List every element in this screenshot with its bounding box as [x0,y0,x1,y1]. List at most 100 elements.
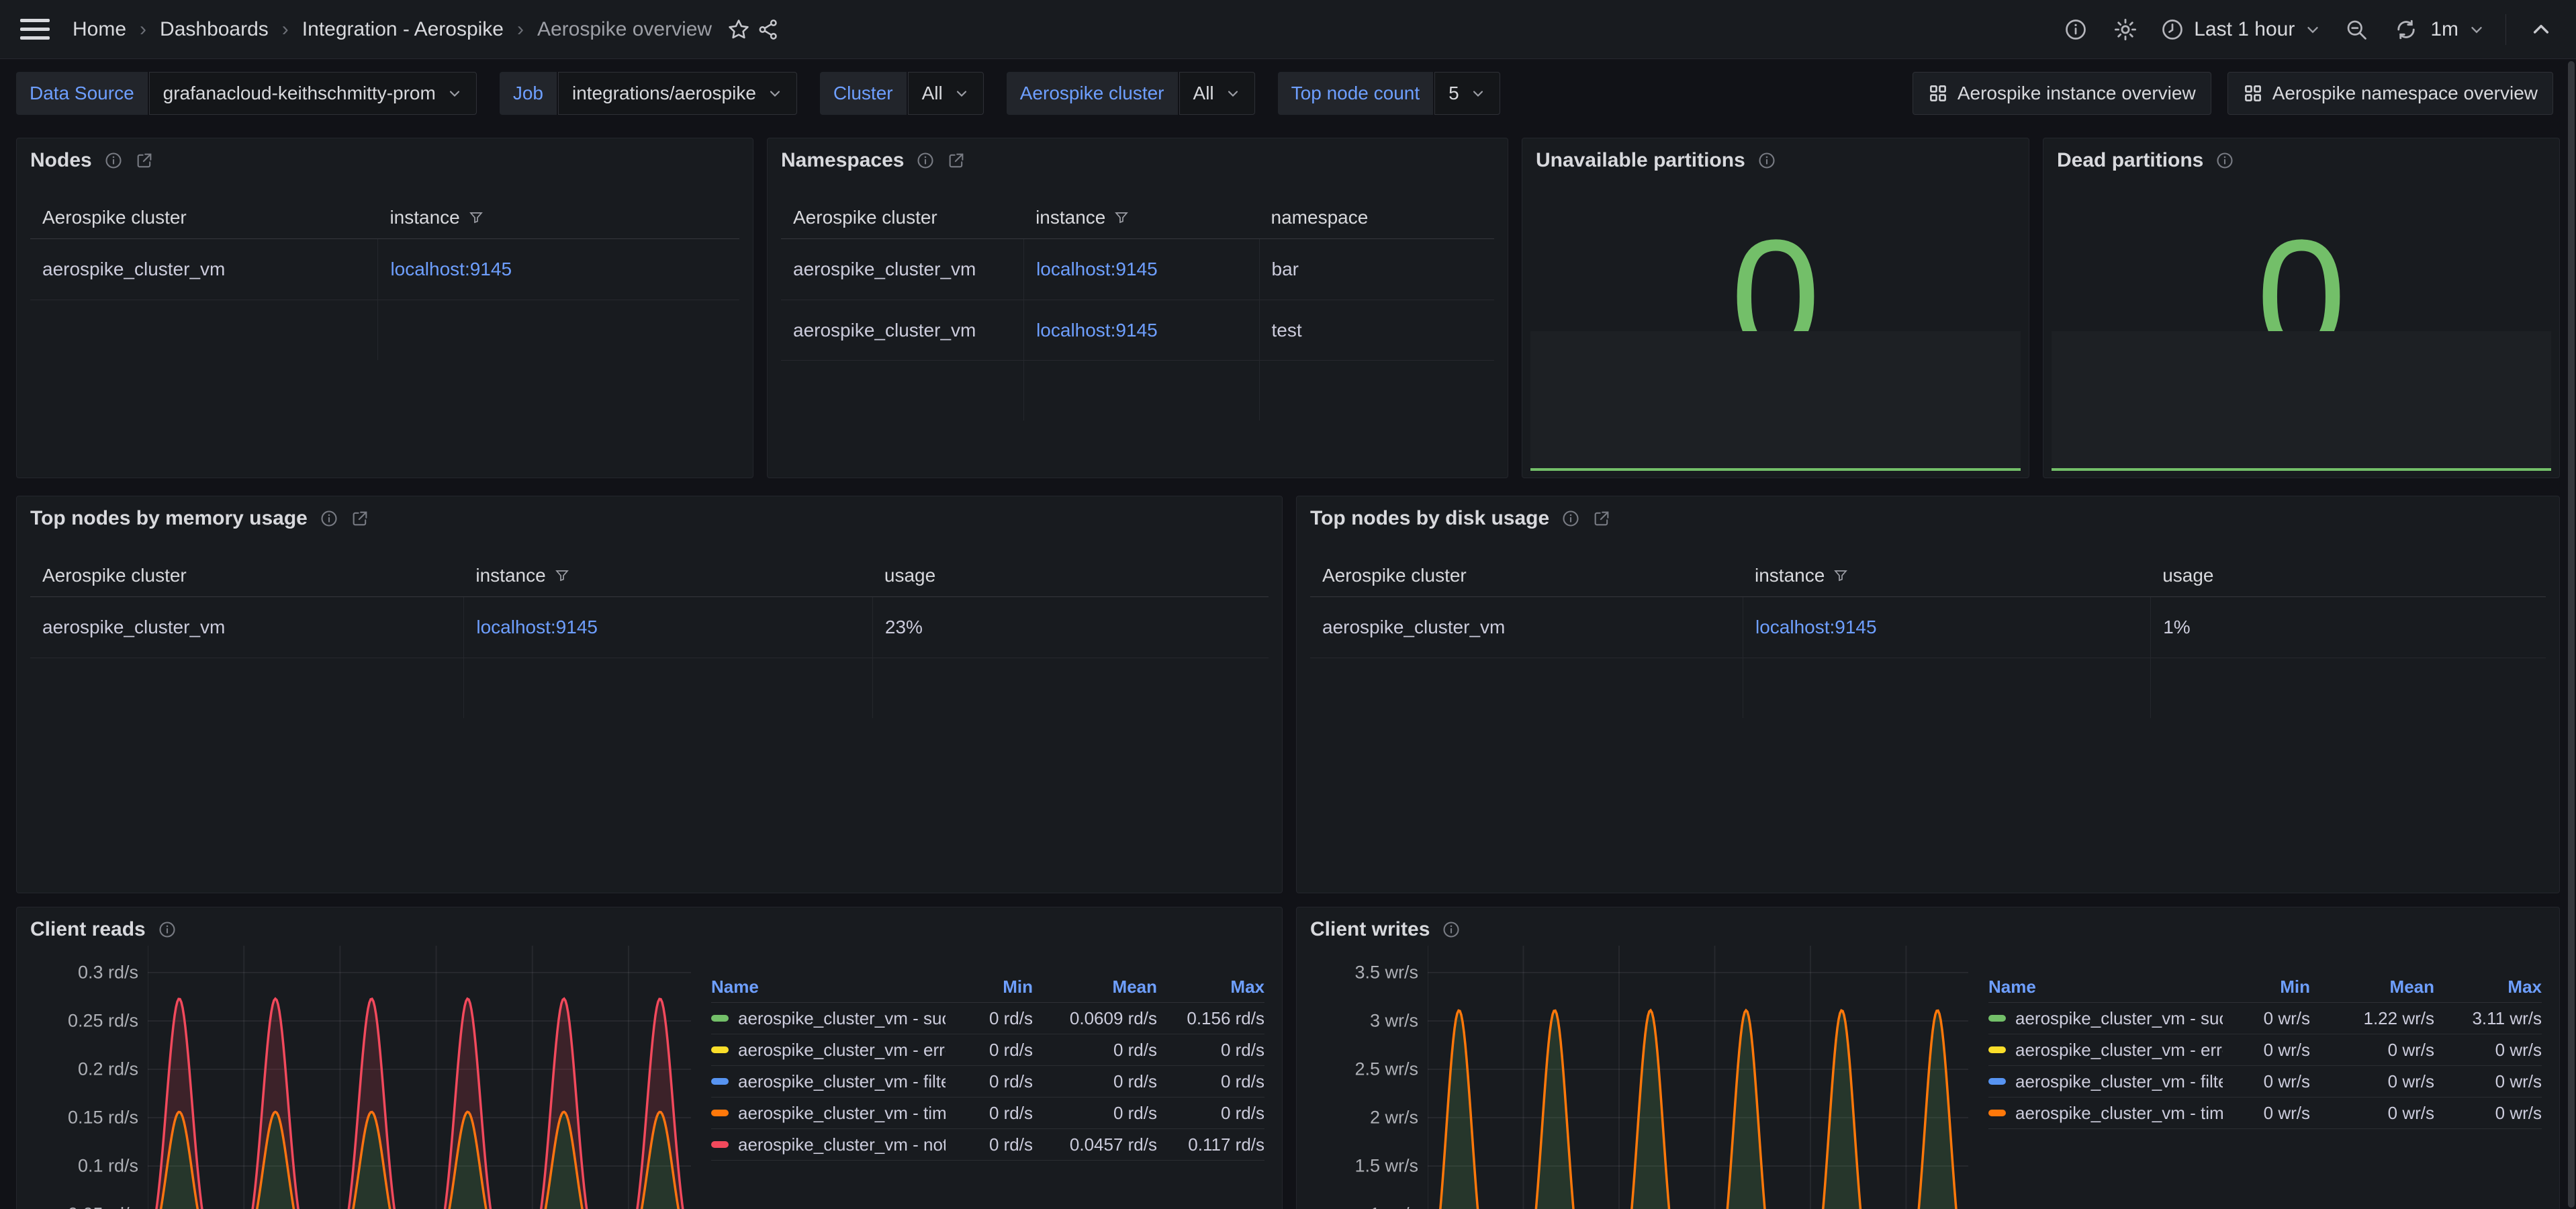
panel-title[interactable]: Client writes [1310,918,1430,941]
info-icon[interactable] [158,920,177,939]
external-link-icon[interactable] [351,509,369,528]
filter-funnel-icon[interactable] [468,210,484,226]
info-icon[interactable] [1757,151,1776,170]
legend-col-mean[interactable]: Mean [2310,977,2434,997]
legend-mean: 0 rd/s [1033,1071,1157,1092]
column-header[interactable]: Aerospike cluster [30,565,463,586]
info-icon[interactable] [916,151,935,170]
column-header[interactable]: namespace [1259,207,1494,228]
filter-funnel-icon[interactable] [554,568,570,584]
var-data-source-value[interactable]: grafanacloud-keithschmitty-prom [149,72,477,115]
legend-series-toggle[interactable]: aerospike_cluster_vm - error [711,1040,946,1061]
column-header[interactable]: Aerospike cluster [1310,565,1743,586]
legend-series-toggle[interactable]: aerospike_cluster_vm - success [1988,1008,2223,1029]
legend-max: 3.11 wr/s [2434,1008,2542,1029]
column-header[interactable]: instance [1023,207,1258,228]
aerospike-namespace-overview-button[interactable]: Aerospike namespace overview [2227,72,2553,115]
breadcrumb: Home › Dashboards › Integration - Aerosp… [73,18,712,41]
scrollbar-thumb[interactable] [2568,61,2575,1208]
column-header[interactable]: instance [463,565,872,586]
top-nav-bar: Home › Dashboards › Integration - Aerosp… [0,0,2576,59]
plot-area[interactable] [148,946,691,1209]
column-header[interactable]: usage [2150,565,2546,586]
panel-unavailable-partitions: Unavailable partitions 0 [1522,138,2029,478]
series-color-swatch [711,1078,729,1085]
panel-title[interactable]: Unavailable partitions [1536,149,1745,172]
panel-client-writes: Client writes 3.5 wr/s3 wr/s2.5 wr/s2 wr… [1296,907,2560,1209]
var-aerospike-cluster: Aerospike cluster All [1007,72,1255,115]
var-job-value[interactable]: integrations/aerospike [558,72,797,115]
menu-icon[interactable] [20,15,50,44]
info-icon[interactable] [320,509,338,528]
external-link-icon[interactable] [947,151,966,170]
legend-col-name[interactable]: Name [1988,977,2223,997]
y-axis: 0.3 rd/s0.25 rd/s0.2 rd/s0.15 rd/s0.1 rd… [30,946,148,1209]
time-range-picker[interactable]: Last 1 hour [2160,17,2321,42]
external-link-icon[interactable] [1592,509,1611,528]
table-cell[interactable]: localhost:9145 [1743,597,2150,658]
zoom-out-icon[interactable] [2342,15,2371,44]
legend-col-mean[interactable]: Mean [1033,977,1157,997]
panel-title[interactable]: Top nodes by disk usage [1310,507,1549,530]
star-icon[interactable] [724,15,753,44]
aerospike-instance-overview-button[interactable]: Aerospike instance overview [1913,72,2211,115]
legend-series-toggle[interactable]: aerospike_cluster_vm - not found [711,1134,946,1155]
info-icon[interactable] [1442,920,1461,939]
legend-col-min[interactable]: Min [2223,977,2310,997]
y-axis-tick-label: 3 wr/s [1370,1011,1418,1032]
kiosk-chevron-up-icon[interactable] [2526,15,2556,44]
legend-min: 0 rd/s [946,1134,1033,1155]
table-cell[interactable]: localhost:9145 [1023,239,1258,300]
table-cell[interactable]: localhost:9145 [1023,300,1258,360]
filter-funnel-icon[interactable] [1833,568,1849,584]
panel-title[interactable]: Nodes [30,149,92,172]
legend-col-name[interactable]: Name [711,977,946,997]
column-header[interactable]: Aerospike cluster [781,207,1023,228]
var-cluster-value[interactable]: All [908,72,984,115]
var-aerospike-cluster-value[interactable]: All [1179,72,1255,115]
legend-series-toggle[interactable]: aerospike_cluster_vm - error [1988,1040,2223,1061]
refresh-interval-label[interactable]: 1m [2430,18,2458,41]
column-header[interactable]: Aerospike cluster [30,207,377,228]
info-icon[interactable] [104,151,123,170]
settings-gear-icon[interactable] [2111,15,2140,44]
info-icon[interactable] [2215,151,2234,170]
breadcrumb-folder[interactable]: Integration - Aerospike [302,18,504,41]
series-color-swatch [1988,1110,2006,1116]
panel-title[interactable]: Client reads [30,918,146,941]
panel-title[interactable]: Namespaces [781,149,904,172]
breadcrumb-home[interactable]: Home [73,18,126,41]
info-icon[interactable] [1561,509,1580,528]
clock-icon [2160,17,2184,42]
table-spacer-row [1310,658,2546,718]
column-header[interactable]: usage [872,565,1269,586]
column-header[interactable]: instance [1743,565,2150,586]
legend-col-max[interactable]: Max [2434,977,2542,997]
page-scrollbar[interactable] [2567,60,2576,1209]
legend-series-toggle[interactable]: aerospike_cluster_vm - timeout [1988,1103,2223,1124]
legend-series-toggle[interactable]: aerospike_cluster_vm - filtered [1988,1071,2223,1092]
filter-funnel-icon[interactable] [1113,210,1130,226]
panel-title[interactable]: Top nodes by memory usage [30,507,308,530]
plot-area[interactable] [1428,946,1968,1209]
legend-row: aerospike_cluster_vm - timeout0 rd/s0 rd… [711,1098,1264,1129]
panel-title[interactable]: Dead partitions [2057,149,2203,172]
breadcrumb-dashboards[interactable]: Dashboards [160,18,269,41]
table-cell[interactable]: localhost:9145 [463,597,872,658]
share-icon[interactable] [753,15,783,44]
legend-col-max[interactable]: Max [1157,977,1264,997]
legend-col-min[interactable]: Min [946,977,1033,997]
external-link-icon[interactable] [135,151,154,170]
y-axis-tick-label: 2.5 wr/s [1354,1059,1418,1080]
legend-series-toggle[interactable]: aerospike_cluster_vm - success [711,1008,946,1029]
var-top-node-count-value[interactable]: 5 [1434,72,1500,115]
var-top-node-count-label: Top node count [1278,72,1434,115]
column-header[interactable]: instance [377,207,739,228]
dashboard-info-icon[interactable] [2061,15,2090,44]
legend-min: 0 rd/s [946,1071,1033,1092]
refresh-icon[interactable] [2391,15,2421,44]
legend-series-toggle[interactable]: aerospike_cluster_vm - timeout [711,1103,946,1124]
legend-series-toggle[interactable]: aerospike_cluster_vm - filtered [711,1071,946,1092]
table-cell[interactable]: localhost:9145 [377,239,739,300]
var-data-source: Data Source grafanacloud-keithschmitty-p… [16,72,477,115]
